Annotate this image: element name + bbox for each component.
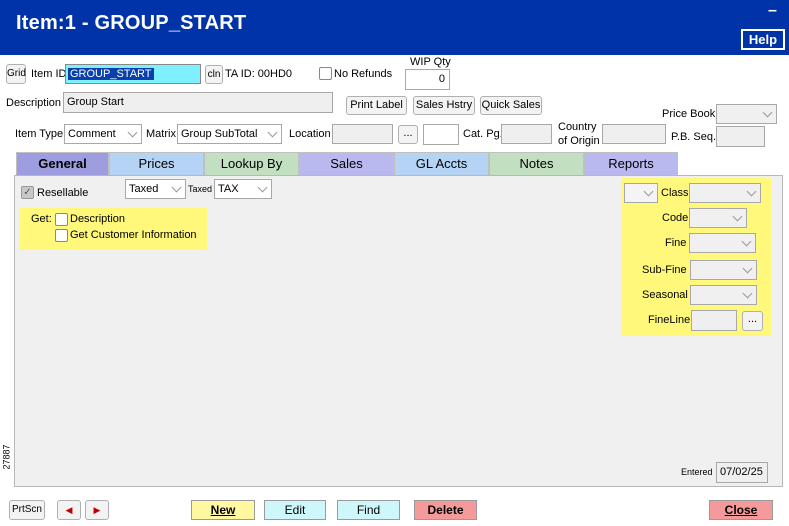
get-label: Get: bbox=[31, 213, 52, 225]
fineline-field[interactable] bbox=[691, 310, 737, 331]
sub-fine-select[interactable] bbox=[690, 260, 757, 280]
chevron-down-icon bbox=[642, 184, 654, 202]
country-label-line2: of Origin bbox=[558, 135, 600, 147]
pb-seq-field[interactable] bbox=[716, 126, 765, 147]
tab-gl-accts[interactable]: GL Accts bbox=[394, 152, 489, 176]
fine-label: Fine bbox=[665, 237, 687, 249]
sales-history-button[interactable]: Sales Hstry bbox=[413, 96, 475, 115]
wip-qty-label: WIP Qty bbox=[410, 56, 451, 68]
chevron-down-icon bbox=[745, 184, 757, 202]
location-extra-field[interactable] bbox=[423, 124, 459, 145]
price-book-label: Price Book bbox=[662, 108, 716, 120]
chevron-down-icon bbox=[761, 105, 773, 123]
entered-label: Entered bbox=[681, 467, 713, 477]
matrix-select[interactable]: Group SubTotal bbox=[177, 124, 282, 144]
close-button[interactable]: Close bbox=[709, 500, 773, 520]
country-of-origin-field[interactable] bbox=[602, 124, 666, 144]
class-select[interactable] bbox=[689, 183, 761, 203]
cat-pg-label: Cat. Pg. bbox=[463, 128, 503, 140]
class-label: Class bbox=[661, 187, 689, 199]
fine-select[interactable] bbox=[689, 233, 756, 253]
tax-select[interactable]: TAX bbox=[214, 179, 272, 199]
seasonal-label: Seasonal bbox=[642, 289, 688, 301]
class-prefix-select[interactable] bbox=[624, 183, 658, 203]
get-customer-info-checkbox[interactable] bbox=[55, 229, 68, 242]
resellable-checkbox[interactable]: ✓ bbox=[21, 186, 34, 199]
no-refunds-checkbox[interactable] bbox=[319, 67, 332, 80]
fineline-label: FineLine bbox=[648, 314, 691, 326]
item-id-input[interactable]: GROUP_START bbox=[65, 64, 201, 84]
pb-seq-label: P.B. Seq. bbox=[671, 131, 717, 143]
tab-notes[interactable]: Notes bbox=[489, 152, 584, 176]
taxed-small-label: Taxed bbox=[188, 184, 213, 194]
code-select[interactable] bbox=[689, 208, 747, 228]
tab-reports[interactable]: Reports bbox=[584, 152, 678, 176]
resellable-label: Resellable bbox=[37, 187, 89, 199]
item-id-label: Item ID bbox=[31, 68, 67, 80]
new-button[interactable]: New bbox=[191, 500, 255, 520]
location-label: Location bbox=[289, 128, 331, 140]
delete-button[interactable]: Delete bbox=[414, 500, 477, 520]
matrix-label: Matrix bbox=[146, 128, 176, 140]
edit-button[interactable]: Edit bbox=[264, 500, 326, 520]
arrow-right-icon: ▶ bbox=[93, 505, 101, 515]
chevron-down-icon bbox=[731, 209, 743, 227]
chevron-down-icon bbox=[266, 125, 278, 143]
quick-sales-button[interactable]: Quick Sales bbox=[480, 96, 542, 115]
cln-button[interactable]: cln bbox=[205, 65, 223, 84]
price-book-select[interactable] bbox=[716, 104, 777, 124]
wip-qty-field[interactable]: 0 bbox=[405, 69, 450, 90]
grid-button[interactable]: Grid bbox=[6, 64, 26, 84]
get-customer-info-label: Get Customer Information bbox=[70, 229, 197, 241]
prtscn-button[interactable]: PrtScn bbox=[9, 500, 45, 520]
vertical-record-code: 27887 bbox=[1, 444, 12, 470]
taxed-select[interactable]: Taxed bbox=[125, 179, 186, 199]
fineline-browse-button[interactable]: ... bbox=[742, 311, 763, 331]
help-button[interactable]: Help bbox=[741, 29, 785, 50]
entered-date-field: 07/02/25 bbox=[716, 462, 768, 483]
seasonal-select[interactable] bbox=[690, 285, 757, 305]
location-browse-button[interactable]: ... bbox=[398, 125, 418, 144]
sub-fine-label: Sub-Fine bbox=[642, 264, 687, 276]
item-type-select[interactable]: Comment bbox=[64, 124, 142, 144]
cat-pg-field[interactable] bbox=[501, 124, 552, 144]
next-record-button[interactable]: ▶ bbox=[85, 500, 109, 520]
description-label: Description bbox=[6, 97, 62, 109]
location-field[interactable] bbox=[332, 124, 393, 144]
arrow-left-icon: ◀ bbox=[65, 505, 73, 515]
no-refunds-label: No Refunds bbox=[334, 68, 393, 80]
chevron-down-icon bbox=[740, 234, 752, 252]
minimize-button[interactable]: – bbox=[768, 2, 777, 20]
item-id-value: GROUP_START bbox=[68, 68, 154, 80]
item-type-label: Item Type bbox=[15, 128, 64, 140]
country-label-line1: Country bbox=[558, 121, 597, 133]
get-description-checkbox[interactable] bbox=[55, 213, 68, 226]
window-title: Item:1 - GROUP_START bbox=[16, 12, 247, 34]
get-description-label: Description bbox=[70, 213, 126, 225]
description-field[interactable]: Group Start bbox=[63, 92, 333, 113]
print-label-button[interactable]: Print Label bbox=[346, 96, 407, 115]
ta-id-text: TA ID: 00HD0 bbox=[225, 68, 293, 80]
previous-record-button[interactable]: ◀ bbox=[57, 500, 81, 520]
tab-lookup-by[interactable]: Lookup By bbox=[204, 152, 299, 176]
chevron-down-icon bbox=[170, 180, 182, 198]
chevron-down-icon bbox=[126, 125, 138, 143]
chevron-down-icon bbox=[741, 261, 753, 279]
code-label: Code bbox=[662, 212, 689, 224]
tab-sales[interactable]: Sales bbox=[299, 152, 394, 176]
tab-prices[interactable]: Prices bbox=[109, 152, 204, 176]
find-button[interactable]: Find bbox=[337, 500, 400, 520]
chevron-down-icon bbox=[741, 286, 753, 304]
chevron-down-icon bbox=[256, 180, 268, 198]
tab-general[interactable]: General bbox=[16, 152, 109, 176]
